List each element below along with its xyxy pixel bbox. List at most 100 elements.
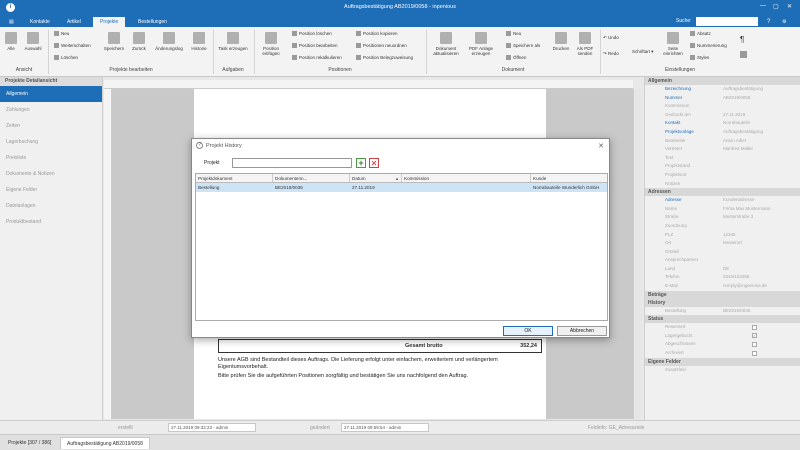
property-row[interactable]: Bearbeiter Anton Adler	[645, 137, 800, 146]
nummerierung-button[interactable]: Nummerierung	[690, 43, 727, 49]
checkbox[interactable]	[752, 350, 757, 356]
sidebar-item-zahlungen[interactable]: Zahlungen	[0, 102, 102, 118]
column-header-kommission[interactable]: Kommission	[402, 174, 531, 182]
task-erzeugen-button[interactable]: Task erzeugen	[216, 32, 250, 51]
column-header-kunde[interactable]: Kunde	[531, 174, 609, 182]
property-row[interactable]: Zusatzfeld	[645, 366, 800, 375]
weiterschalten-button[interactable]: Weiterschalten	[54, 43, 91, 49]
checkbox[interactable]	[752, 324, 757, 330]
als-pdf-senden-button[interactable]: Als PDF senden	[574, 32, 596, 56]
section-header[interactable]: Beträge	[645, 290, 800, 299]
speichern-als-button[interactable]: Speichern als	[506, 43, 540, 49]
property-row[interactable]: Ort Musterort	[645, 239, 800, 248]
property-row[interactable]: Notizen	[645, 180, 800, 189]
sidebar-item-allgemein[interactable]: Allgemein	[0, 86, 102, 102]
file-menu-icon[interactable]: ▤	[2, 17, 21, 27]
table-icon[interactable]	[740, 51, 749, 58]
tab-auftragsbestaetigung[interactable]: Auftragsbestätigung AB2019/0058	[60, 437, 150, 449]
position-belegzuweisung-button[interactable]: Position Belegzuweisung	[356, 55, 413, 61]
checkbox[interactable]	[752, 341, 757, 347]
position-rekalkulieren-button[interactable]: Position rekalkulieren	[292, 55, 342, 61]
loeschen-button[interactable]: Löschen	[54, 55, 78, 61]
section-header[interactable]: Eigene Felder	[645, 357, 800, 366]
property-row[interactable]: Lagergebucht ✓	[645, 332, 800, 341]
position-bearbeiten-button[interactable]: Position bearbeiten	[292, 43, 338, 49]
section-header[interactable]: Adressen	[645, 188, 800, 197]
column-header-dokumentennr[interactable]: Dokumentenn...	[273, 174, 350, 182]
property-row[interactable]: Projektsort	[645, 171, 800, 180]
drucken-button[interactable]: Drucken	[550, 32, 572, 51]
tab-bestellungen[interactable]: Bestellungen	[131, 17, 174, 27]
property-row[interactable]: Reserviert	[645, 323, 800, 332]
property-row[interactable]: Text	[645, 154, 800, 163]
property-row[interactable]: Archiviert	[645, 349, 800, 358]
sidebar-item-zeiten[interactable]: Zeiten	[0, 118, 102, 134]
column-header-projektdokument[interactable]: Projektdokument	[196, 174, 273, 182]
property-row[interactable]: Adresse Kundenadresse	[645, 196, 800, 205]
property-row[interactable]: Kommission	[645, 102, 800, 111]
neu-button[interactable]: Neu	[54, 31, 69, 37]
dokument-neu-button[interactable]: Neu	[506, 31, 521, 37]
cancel-button[interactable]: Abbrechen	[557, 326, 607, 336]
property-row[interactable]: Telefon 0345/123456	[645, 273, 800, 282]
tab-artikel[interactable]: Artikel	[60, 17, 88, 27]
sidebar-item-produktbestand[interactable]: Produktbestand	[0, 214, 102, 230]
undo-button[interactable]: ↶ Undo	[603, 35, 619, 41]
ok-button[interactable]: OK	[503, 326, 553, 336]
property-row[interactable]: Zuordnung	[645, 222, 800, 231]
property-row[interactable]: Kontakt Norrabauteile	[645, 119, 800, 128]
redo-button[interactable]: ↷ Redo	[603, 51, 619, 57]
property-row[interactable]: Gedruckt am 27.11.2019	[645, 111, 800, 120]
aenderungslog-button[interactable]: Änderungslog	[152, 32, 186, 51]
sidebar-item-dateianlagen[interactable]: Dateianlagen	[0, 198, 102, 214]
add-icon[interactable]: +	[356, 158, 366, 168]
options-icon[interactable]: ⚙	[775, 17, 793, 27]
styles-button[interactable]: Styles	[690, 55, 709, 61]
property-row[interactable]: Vertreter Manfred Müller	[645, 145, 800, 154]
oeffnen-button[interactable]: Öffnen	[506, 55, 526, 61]
schriftart-dropdown[interactable]: Schriftart ▾	[632, 49, 654, 55]
positionen-neuordnen-button[interactable]: Positionen neuordnen	[356, 43, 407, 49]
section-header[interactable]: Status	[645, 315, 800, 324]
absatz-button[interactable]: Absatz	[690, 31, 711, 37]
column-header-datum[interactable]: Datum ▲	[350, 174, 402, 182]
remove-icon[interactable]: ✕	[369, 158, 379, 168]
position-kopieren-button[interactable]: Position kopieren	[356, 31, 398, 37]
position-loeschen-button[interactable]: Position löschen	[292, 31, 332, 37]
sidebar-item-preisliste[interactable]: Preisliste	[0, 150, 102, 166]
historie-button[interactable]: Historie	[188, 32, 210, 51]
tab-kontakte[interactable]: Kontakte	[23, 17, 57, 27]
maximize-icon[interactable]: ▢	[773, 3, 779, 10]
seite-einrichten-button[interactable]: Seite einrichten	[660, 32, 686, 56]
property-row[interactable]: Nummer AB2019/0058	[645, 94, 800, 103]
property-row[interactable]: Projektvorlage Auftragsbestätigung	[645, 128, 800, 137]
projekt-input[interactable]	[232, 158, 352, 168]
table-row[interactable]: Bestellung BE2019/0035 27.11.2019 Norrab…	[196, 183, 607, 192]
property-row[interactable]: Bezeichnung Auftragsbestätigung	[645, 85, 800, 94]
search-input[interactable]	[696, 17, 758, 26]
property-row[interactable]: Ortsteil	[645, 248, 800, 257]
section-header[interactable]: History	[645, 298, 800, 307]
close-icon[interactable]: ✕	[598, 140, 604, 154]
sidebar-item-eigene-felder[interactable]: Eigene Felder	[0, 182, 102, 198]
close-icon[interactable]: ✕	[787, 3, 792, 10]
dokument-aktualisieren-button[interactable]: Dokument aktualisieren	[429, 32, 463, 56]
property-row[interactable]: Land DE	[645, 265, 800, 274]
property-row[interactable]: Bestellung BE2019/0035	[645, 307, 800, 316]
property-row[interactable]: Abgeschlossen	[645, 340, 800, 349]
checkbox[interactable]: ✓	[752, 333, 757, 339]
pilcrow-icon[interactable]: ¶	[740, 35, 744, 44]
zurueck-button[interactable]: Zurück	[129, 32, 149, 51]
property-row[interactable]: Ansprechpartner	[645, 256, 800, 265]
sidebar-item-lagerbuchung[interactable]: Lagerbuchung	[0, 134, 102, 150]
speichern-button[interactable]: Speichern	[103, 32, 125, 51]
tab-projekte-list[interactable]: Projekte [307 / 386]	[2, 437, 57, 449]
property-row[interactable]: Straße Musterstraße 3	[645, 213, 800, 222]
auswahl-button[interactable]: Auswahl	[22, 32, 44, 51]
position-einfuegen-button[interactable]: Position einfügen	[258, 32, 284, 56]
document-scrollbar[interactable]	[633, 89, 641, 419]
sidebar-item-dokumente[interactable]: Dokumente & Notizen	[0, 166, 102, 182]
minimize-icon[interactable]: —	[760, 3, 766, 9]
alle-button[interactable]: Alle	[4, 32, 18, 51]
property-row[interactable]: E-Mail norrply@ingenious.de	[645, 282, 800, 291]
